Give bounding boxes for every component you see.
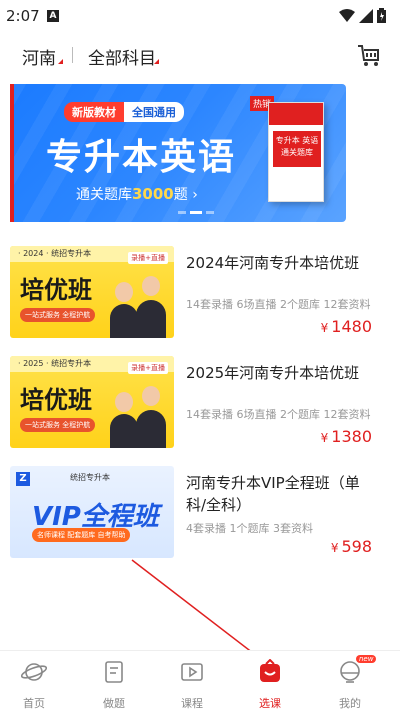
region-filter[interactable]: 河南	[22, 44, 56, 69]
subject-filter[interactable]: 全部科目	[88, 44, 156, 69]
banner-subtitle-suffix: 题 ›	[173, 187, 198, 203]
system-status-icons	[339, 8, 386, 23]
course-price: ¥1480	[321, 317, 372, 336]
course-meta: 14套录播 6场直播 2个题库 12套资料	[186, 408, 371, 421]
signal-icon	[359, 8, 373, 23]
course-price: ¥598	[331, 537, 372, 556]
nav-home[interactable]: 首页	[2, 659, 66, 711]
tag-nationwide: 全国通用	[124, 102, 184, 122]
promo-banner[interactable]: 新版教材 全国通用 专升本英语 通关题库3000题 › 热销 专升本 英语 通关…	[10, 84, 346, 222]
book-cover-text: 专升本 英语 通关题库	[273, 131, 321, 167]
banner-subtitle: 通关题库3000题 ›	[76, 184, 198, 204]
carousel-dot-active	[190, 211, 202, 214]
course-title: 河南专升本VIP全程班（单科/全科）	[186, 474, 360, 514]
wifi-icon	[339, 8, 355, 22]
course-title: 2025年河南专升本培优班	[186, 364, 360, 382]
banner-subtitle-number: 3000	[132, 185, 174, 203]
carousel-indicator	[178, 211, 214, 214]
teacher-head	[115, 282, 133, 302]
course-meta: 4套录播 1个题库 3套资料	[186, 522, 313, 535]
nav-select-course[interactable]: 选课	[238, 658, 302, 711]
nav-label: 我的	[339, 697, 361, 710]
notebook-icon	[105, 661, 123, 683]
course-meta: 14套录播 6场直播 2个题库 12套资料	[186, 298, 371, 311]
course-thumbnail: Z 统招专升本 VIP全程班 名师课程 配套题库 自考帮助	[10, 466, 174, 558]
nav-label: 选课	[259, 697, 281, 710]
status-bar: 2:07 A	[0, 0, 400, 30]
thumb-title: 培优班	[20, 386, 92, 414]
status-time: 2:07	[6, 7, 40, 25]
select-course-icon	[260, 658, 280, 682]
region-dropdown-icon	[58, 59, 63, 64]
currency-symbol: ¥	[320, 431, 329, 445]
currency-symbol: ¥	[320, 321, 329, 335]
thumb-slogan: 名师课程 配套题库 自考帮助	[32, 528, 131, 542]
nav-label: 首页	[23, 697, 45, 710]
tag-new-edition: 新版教材	[64, 102, 124, 122]
teacher-figure	[110, 414, 138, 448]
thumb-year-label: 统招专升本	[70, 473, 110, 482]
teacher-figure	[136, 300, 166, 338]
nav-label: 课程	[181, 697, 203, 710]
home-planet-icon	[20, 663, 48, 681]
teacher-head	[115, 392, 133, 412]
book-cover: 专升本 英语 通关题库	[268, 102, 324, 202]
battery-icon	[377, 8, 386, 23]
banner-tags: 新版教材 全国通用	[64, 102, 184, 122]
thumb-slogan: 一站式服务 全程护航	[20, 308, 96, 322]
teacher-head	[142, 386, 160, 406]
thumb-format-tag: 录播+直播	[128, 252, 168, 264]
thumb-title: 培优班	[20, 276, 92, 304]
filter-bar: 河南 全部科目	[0, 30, 400, 80]
play-course-icon	[181, 663, 203, 681]
cart-icon[interactable]	[356, 42, 382, 68]
thumb-format-tag: 录播+直播	[128, 362, 168, 374]
price-value: 1380	[331, 427, 372, 446]
price-value: 598	[341, 537, 372, 556]
bottom-nav: 首页 做题 课程 选课 new 我的	[0, 650, 400, 714]
banner-title: 专升本英语	[46, 137, 237, 178]
course-price: ¥1380	[321, 427, 372, 446]
teacher-figure	[110, 304, 138, 338]
currency-symbol: ¥	[330, 541, 339, 555]
carousel-dot	[178, 211, 186, 214]
course-title: 2024年河南专升本培优班	[186, 254, 360, 272]
teacher-head	[142, 276, 160, 296]
new-badge: new	[356, 655, 377, 663]
course-thumbnail: · 2024 · 统招专升本 录播+直播 培优班 一站式服务 全程护航	[10, 246, 174, 338]
course-card[interactable]: Z 统招专升本 VIP全程班 名师课程 配套题库 自考帮助 河南专升本VIP全程…	[10, 466, 390, 564]
nav-profile[interactable]: new 我的	[318, 655, 382, 711]
course-card[interactable]: · 2024 · 统招专升本 录播+直播 培优班 一站式服务 全程护航 2024…	[10, 246, 390, 344]
price-value: 1480	[331, 317, 372, 336]
nav-practice[interactable]: 做题	[82, 659, 146, 711]
notification-icon: A	[47, 10, 59, 22]
course-card[interactable]: · 2025 · 统招专升本 录播+直播 培优班 一站式服务 全程护航 2025…	[10, 356, 390, 454]
teacher-figure	[136, 410, 166, 448]
course-thumbnail: · 2025 · 统招专升本 录播+直播 培优班 一站式服务 全程护航	[10, 356, 174, 448]
banner-edge	[10, 84, 14, 222]
thumb-slogan: 一站式服务 全程护航	[20, 418, 96, 432]
brand-logo-icon: Z	[16, 472, 30, 486]
banner-subtitle-prefix: 通关题库	[76, 187, 132, 203]
book-cover-top	[269, 103, 323, 125]
carousel-dot	[206, 211, 214, 214]
subject-dropdown-icon	[154, 59, 159, 64]
filter-divider	[72, 47, 73, 63]
nav-label: 做题	[103, 697, 125, 710]
nav-courses[interactable]: 课程	[160, 659, 224, 711]
